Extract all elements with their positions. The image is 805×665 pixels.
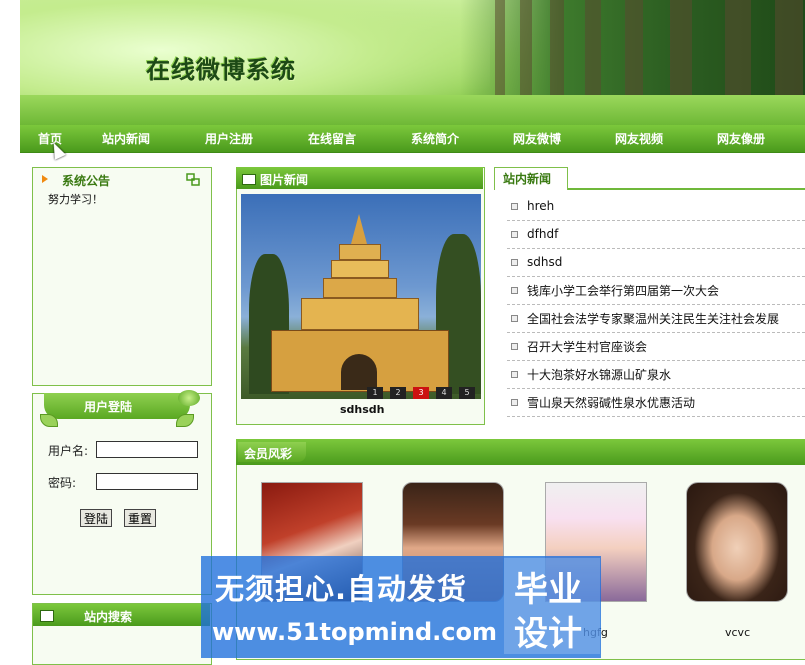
news-item[interactable]: 十大泡茶好水锦源山矿泉水 [527, 366, 671, 383]
news-photo[interactable] [241, 194, 481, 399]
bullet-icon [511, 315, 518, 322]
site-news-title: 站内新闻 [503, 172, 552, 186]
watermark-badge-text: 毕业 [514, 570, 582, 610]
watermark-text: 无须担心.自动发货 [215, 572, 468, 606]
temple-door [341, 354, 377, 390]
pagoda-tier [323, 278, 397, 298]
refresh-icon[interactable] [186, 173, 200, 186]
password-label: 密码: [48, 476, 77, 490]
divider [507, 304, 805, 305]
member-name[interactable]: vcvc [725, 626, 750, 639]
bullet-icon [511, 231, 518, 238]
news-item[interactable]: hreh [527, 199, 554, 213]
news-item[interactable]: sdhsd [527, 255, 562, 269]
divider [507, 360, 805, 361]
members-header [236, 439, 805, 465]
divider [507, 248, 805, 249]
header-banner [20, 0, 805, 125]
nav-item-register[interactable]: 用户注册 [205, 130, 253, 147]
reset-button[interactable]: 重置 [124, 509, 157, 527]
banner-grass [20, 95, 805, 125]
search-title: 站内搜索 [84, 610, 133, 624]
bullet-icon [511, 343, 518, 350]
news-item[interactable]: 召开大学生村官座谈会 [527, 338, 647, 355]
nav-item-video[interactable]: 网友视频 [615, 130, 663, 147]
bullet-icon [511, 399, 518, 406]
notice-title: 系统公告 [62, 174, 111, 188]
pagoda-spire [351, 214, 367, 244]
password-input[interactable] [96, 473, 198, 490]
username-label: 用户名: [48, 444, 89, 458]
members-title: 会员风彩 [244, 447, 293, 461]
pager-button[interactable]: 2 [390, 387, 406, 399]
login-button[interactable]: 登陆 [80, 509, 113, 527]
news-item[interactable]: 钱库小学工会举行第四届第一次大会 [527, 282, 719, 299]
picture-caption[interactable]: sdhsdh [340, 403, 385, 416]
nav-item-site-news[interactable]: 站内新闻 [102, 130, 150, 147]
username-input[interactable] [96, 441, 198, 458]
watermark-badge-text: 设计 [514, 614, 582, 654]
divider [507, 332, 805, 333]
divider [507, 276, 805, 277]
pagoda-tier [339, 244, 381, 260]
login-title: 用户登陆 [84, 400, 133, 414]
nav-item-guestbook[interactable]: 在线留言 [308, 130, 356, 147]
butterfly-icon [178, 390, 200, 406]
pager-button[interactable]: 1 [367, 387, 383, 399]
pager-button-active[interactable]: 3 [413, 387, 429, 399]
divider [507, 220, 805, 221]
news-item[interactable]: dfhdf [527, 227, 558, 241]
pagoda-tier [331, 260, 389, 278]
site-title: 在线微博系统 [146, 55, 296, 84]
bullet-icon [511, 259, 518, 266]
pager-button[interactable]: 4 [436, 387, 452, 399]
bullet-icon [511, 203, 518, 210]
notice-text: 努力学习！ [48, 193, 103, 206]
nav-item-about[interactable]: 系统简介 [411, 130, 459, 147]
member-avatar[interactable] [686, 482, 788, 602]
pagoda-tier [301, 298, 419, 330]
bullet-icon [511, 371, 518, 378]
window-icon [40, 610, 54, 622]
picture-news-title: 图片新闻 [260, 173, 309, 187]
divider [507, 416, 805, 417]
nav-item-album[interactable]: 网友像册 [717, 130, 765, 147]
watermark-url: www.51topmind.com [212, 618, 497, 646]
news-item[interactable]: 全国社会法学专家聚温州关注民生关注社会发展 [527, 310, 779, 327]
bullet-icon [511, 287, 518, 294]
nav-item-weibo[interactable]: 网友微博 [513, 130, 561, 147]
divider [507, 388, 805, 389]
arrow-right-icon [42, 175, 48, 183]
news-item[interactable]: 雪山泉天然弱碱性泉水优惠活动 [527, 394, 695, 411]
window-icon [242, 174, 256, 185]
pager-button[interactable]: 5 [459, 387, 475, 399]
